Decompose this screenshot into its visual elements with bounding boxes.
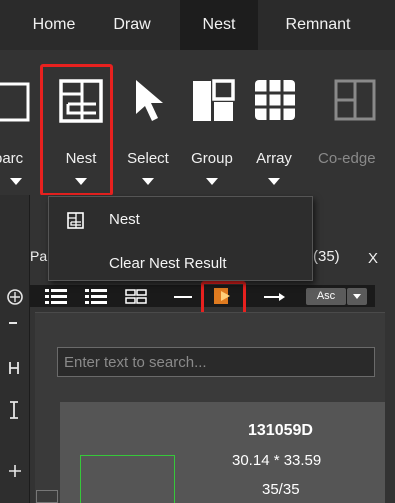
nest-icon <box>67 212 84 229</box>
h-tool-icon[interactable] <box>7 360 21 376</box>
list-small-icon[interactable] <box>85 289 107 304</box>
grid-view-icon[interactable] <box>125 289 147 304</box>
arrow-right-icon[interactable] <box>264 292 286 302</box>
menu-item-clear-nest-result[interactable]: Clear Nest Result <box>49 247 312 281</box>
menu-bar: Home Draw Nest Remnant <box>0 0 395 50</box>
cursor-arrow-icon <box>136 80 163 121</box>
plus-tool-icon[interactable] <box>7 463 23 479</box>
co-edge-icon <box>334 79 376 121</box>
nest-dropdown-menu: Nest Clear Nest Result <box>48 196 313 281</box>
tab-home[interactable]: Home <box>20 0 88 50</box>
part-name: 131059D <box>248 422 313 439</box>
parts-count-label: (35) <box>313 248 340 265</box>
co-edge-tool-label: Co-edge <box>318 150 376 167</box>
co-edge-tool-button[interactable]: Co-edge <box>318 50 395 195</box>
dash-icon[interactable] <box>174 296 192 298</box>
menu-item-nest[interactable]: Nest <box>49 203 312 237</box>
nest-tool-highlight <box>40 64 113 196</box>
menu-item-nest-label: Nest <box>109 211 140 228</box>
parts-panel-title: Pa <box>30 248 48 264</box>
board-tool-label: oarc <box>0 150 24 167</box>
board-dropdown-arrow <box>10 178 22 185</box>
array-grid-icon <box>255 80 295 120</box>
dash-tool-icon[interactable] <box>9 322 17 324</box>
panel-close-button[interactable]: X <box>368 250 378 267</box>
tab-nest[interactable]: Nest <box>180 0 258 50</box>
group-dropdown-arrow[interactable] <box>206 178 218 185</box>
tab-draw[interactable]: Draw <box>101 0 163 50</box>
part-count: 35/35 <box>262 481 300 498</box>
sort-dropdown-button[interactable] <box>347 288 367 305</box>
item-checkbox[interactable] <box>36 490 58 503</box>
select-tool-label: Select <box>127 150 169 167</box>
part-thumbnail <box>80 455 175 503</box>
array-dropdown-arrow[interactable] <box>268 178 280 185</box>
select-tool-button[interactable]: Select <box>118 50 178 195</box>
board-tool-button[interactable]: oarc <box>0 50 40 195</box>
i-beam-icon[interactable] <box>8 400 20 420</box>
array-tool-label: Array <box>256 150 292 167</box>
circle-plus-icon[interactable] <box>6 288 24 306</box>
tab-remnant[interactable]: Remnant <box>272 0 364 50</box>
select-dropdown-arrow[interactable] <box>142 178 154 185</box>
search-input[interactable] <box>57 347 375 377</box>
group-blocks-icon <box>193 79 235 121</box>
board-icon <box>0 82 30 122</box>
sort-order-button[interactable]: Asc <box>306 288 346 305</box>
menu-item-clear-label: Clear Nest Result <box>109 255 227 272</box>
chevron-down-icon <box>353 294 361 299</box>
list-large-icon[interactable] <box>45 289 67 304</box>
array-tool-button[interactable]: Array <box>245 50 303 195</box>
group-tool-label: Group <box>191 150 233 167</box>
left-side-toolbar <box>0 195 30 503</box>
part-size: 30.14 * 33.59 <box>232 452 322 469</box>
group-tool-button[interactable]: Group <box>180 50 244 195</box>
